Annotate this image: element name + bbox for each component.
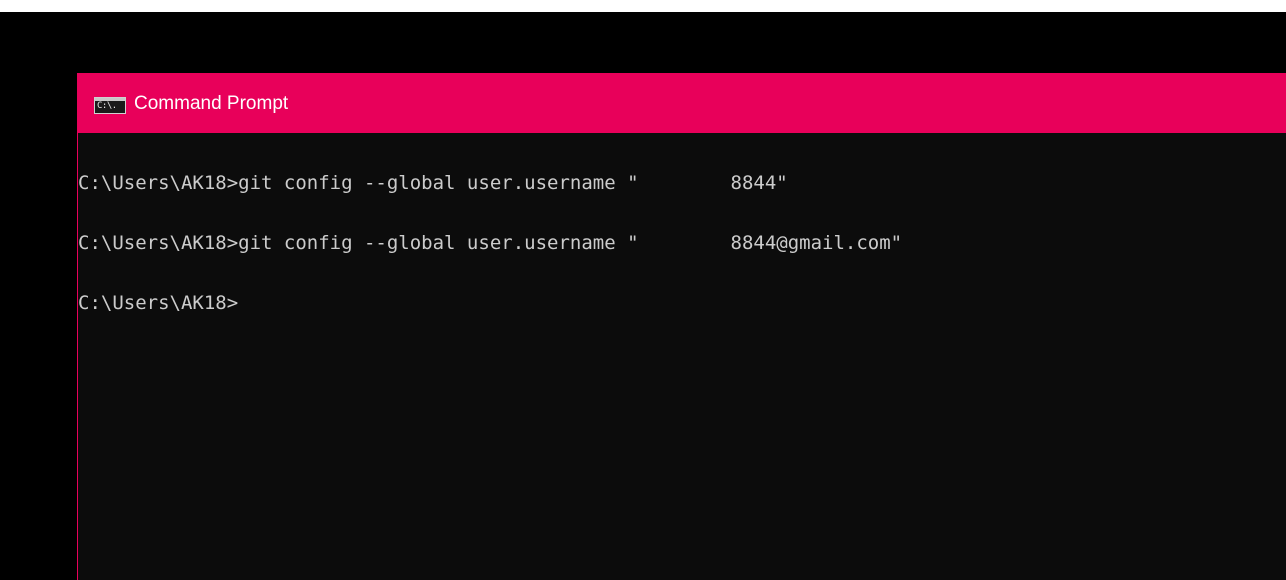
console-output[interactable]: C:\Users\AK18>git config --global user.u… xyxy=(78,133,1286,580)
redacted-text xyxy=(638,171,731,193)
command-text: git config --global user.username " xyxy=(238,172,639,194)
prompt: C:\Users\AK18> xyxy=(78,292,239,314)
title-bar[interactable]: C:\. Command Prompt xyxy=(78,73,1286,133)
command-text: git config --global user.username " xyxy=(238,232,639,254)
cmd-icon[interactable]: C:\. xyxy=(94,97,126,114)
window-title: Command Prompt xyxy=(134,93,289,114)
cmd-icon-label: C:\. xyxy=(97,101,117,111)
command-suffix: 8844" xyxy=(730,172,788,194)
console-line: C:\Users\AK18>git config --global user.u… xyxy=(78,171,788,195)
console-line-current[interactable]: C:\Users\AK18> xyxy=(78,291,238,315)
command-prompt-window[interactable]: C:\. Command Prompt C:\Users\AK18>git co… xyxy=(77,73,1286,580)
prompt: C:\Users\AK18> xyxy=(78,232,239,254)
redacted-text xyxy=(638,231,731,253)
console-line: C:\Users\AK18>git config --global user.u… xyxy=(78,231,902,255)
prompt: C:\Users\AK18> xyxy=(78,172,239,194)
command-suffix: 8844@gmail.com" xyxy=(730,232,903,254)
